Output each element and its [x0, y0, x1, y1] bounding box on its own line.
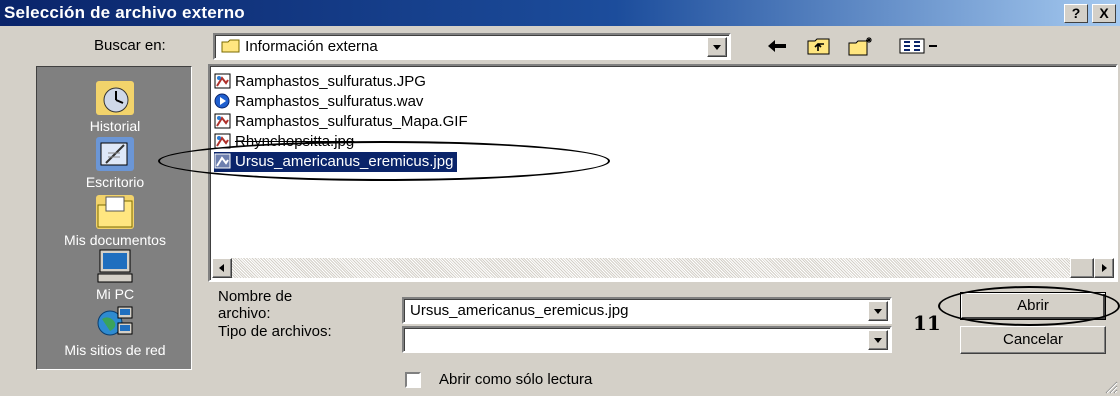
- resize-grip-icon[interactable]: [1104, 380, 1118, 394]
- close-button[interactable]: X: [1092, 4, 1116, 23]
- file-name: Ramphastos_sulfuratus.wav: [235, 93, 424, 110]
- image-file-icon: [214, 113, 232, 129]
- audio-file-icon: [214, 93, 232, 109]
- scroll-right-button[interactable]: [1094, 258, 1114, 278]
- look-in-combo[interactable]: Información externa: [213, 33, 731, 60]
- desktop-icon: [96, 137, 134, 171]
- places-bar: Historial Escritorio Mis documentos Mi P…: [36, 66, 192, 370]
- file-name: Ramphastos_sulfuratus.JPG: [235, 73, 426, 90]
- filename-dropdown-button[interactable]: [868, 301, 888, 321]
- place-network[interactable]: Mis sitios de red: [37, 305, 193, 358]
- image-file-icon: [214, 73, 232, 89]
- look-in-value: Información externa: [221, 38, 378, 55]
- filetype-combo[interactable]: [402, 326, 892, 353]
- step-annotation: 11: [913, 311, 941, 335]
- chevron-down-icon: [874, 309, 882, 314]
- window-title: Selección de archivo externo: [4, 3, 245, 22]
- filetype-dropdown-button[interactable]: [868, 330, 888, 350]
- chevron-down-icon: [713, 45, 721, 50]
- new-folder-icon[interactable]: [848, 34, 874, 58]
- filename-label-line2: archivo:: [218, 305, 271, 322]
- chevron-down-icon: [874, 338, 882, 343]
- highlight-oval: [158, 141, 610, 181]
- open-highlight-oval: [938, 286, 1120, 326]
- readonly-checkbox[interactable]: [405, 372, 421, 388]
- up-folder-icon[interactable]: [806, 34, 832, 58]
- place-my-computer[interactable]: Mi PC: [37, 249, 193, 302]
- file-item[interactable]: Ramphastos_sulfuratus.wav: [214, 92, 423, 112]
- cancel-button[interactable]: Cancelar: [960, 326, 1106, 354]
- network-places-icon: [96, 305, 134, 339]
- my-documents-icon: [96, 195, 134, 229]
- place-history-label: Historial: [89, 118, 141, 134]
- history-icon: [96, 81, 134, 115]
- arrow-left-icon: [219, 264, 224, 272]
- place-documents-label: Mis documentos: [64, 232, 166, 248]
- title-bar[interactable]: Selección de archivo externo ? X: [0, 0, 1120, 26]
- place-my-computer-label: Mi PC: [95, 286, 135, 302]
- filename-input[interactable]: Ursus_americanus_eremicus.jpg: [410, 302, 628, 319]
- look-in-label: Buscar en:: [94, 37, 166, 54]
- my-computer-icon: [96, 249, 134, 283]
- place-network-label: Mis sitios de red: [64, 342, 166, 358]
- folder-icon: [221, 39, 240, 53]
- filename-label: Nombre de archivo:: [218, 288, 292, 322]
- filetype-label: Tipo de archivos:: [218, 323, 332, 340]
- place-documents[interactable]: Mis documentos: [37, 195, 193, 248]
- scroll-thumb[interactable]: [1070, 258, 1094, 278]
- back-arrow-icon[interactable]: [764, 34, 790, 58]
- place-history[interactable]: Historial: [37, 81, 193, 134]
- file-item[interactable]: Ramphastos_sulfuratus_Mapa.GIF: [214, 112, 468, 132]
- filename-combo[interactable]: Ursus_americanus_eremicus.jpg: [402, 297, 892, 324]
- help-button[interactable]: ?: [1064, 4, 1088, 23]
- filename-label-line1: Nombre de: [218, 288, 293, 305]
- horizontal-scrollbar[interactable]: [212, 258, 1114, 278]
- view-menu-icon[interactable]: [892, 34, 946, 58]
- place-desktop-label: Escritorio: [85, 174, 145, 190]
- look-in-dropdown-button[interactable]: [707, 37, 727, 57]
- file-item[interactable]: Ramphastos_sulfuratus.JPG: [214, 72, 426, 92]
- scroll-left-button[interactable]: [212, 258, 232, 278]
- look-in-text: Información externa: [245, 38, 378, 55]
- readonly-label: Abrir como sólo lectura: [439, 371, 593, 388]
- file-name: Ramphastos_sulfuratus_Mapa.GIF: [235, 113, 468, 130]
- arrow-right-icon: [1102, 264, 1107, 272]
